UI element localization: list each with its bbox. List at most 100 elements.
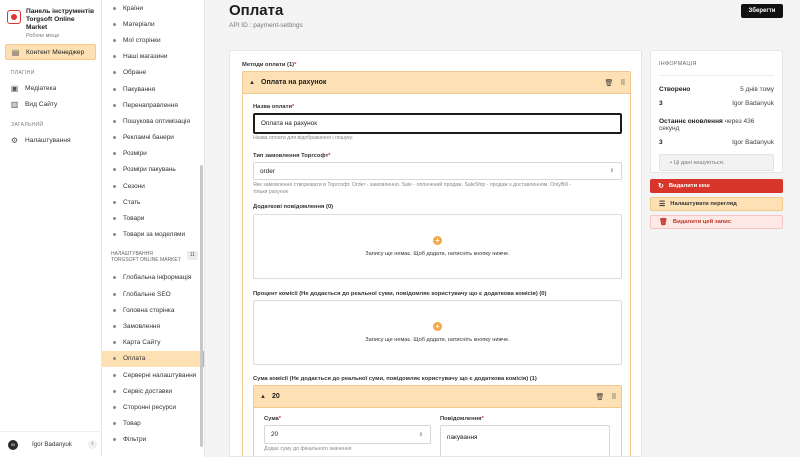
subnav-item-label: Сторонні ресурси [123, 403, 177, 411]
api-id: API ID : payment-settings [229, 22, 303, 29]
subnav-item[interactable]: Матеріали [102, 16, 204, 32]
order-type-label-text: Тип замовлення Торгсофт [253, 153, 329, 159]
subnav-item[interactable]: Наші магазини [102, 49, 204, 65]
subnav-group-item[interactable]: Карта Сайту [102, 335, 204, 351]
configure-view-button[interactable]: ☰ Налаштувати перегляд [650, 197, 783, 211]
bullet-icon [113, 217, 116, 221]
bullet-icon [113, 292, 116, 296]
order-type-label: Тип замовлення Торгсофт* [253, 153, 331, 159]
order-type-select[interactable]: order ⇕ [253, 162, 622, 180]
commission-sum-label: Сума комісії (Не додається до реальної с… [253, 376, 537, 382]
accordion-tools: 🗑 ⠿ [602, 79, 630, 87]
subnav-list: Країни Матеріали Мої сторінки Наші магазини… [102, 0, 204, 243]
user-profile[interactable]: IB Igor Badanyuk ‹ [0, 431, 102, 457]
bullet-icon [113, 6, 116, 10]
commission-sum-accordion: ▲ 20 🗑 ⠿ Сума* 20 ⇕ Додає суму до фіналь… [253, 385, 622, 456]
avatar: IB [8, 439, 18, 450]
updated-label-wrap: Останнє оновлення через 436 секунд [659, 118, 774, 132]
created-row: Створено 5 днів тому [659, 86, 774, 93]
required-mark: * [481, 416, 484, 422]
delete-entry-label: Видалити цей запис [672, 219, 732, 225]
bullet-icon [113, 103, 116, 107]
add-commission-percent-button[interactable]: + [433, 322, 442, 331]
trash-icon[interactable]: 🗑 [602, 79, 616, 87]
subnav-item[interactable]: Сезони [102, 178, 204, 194]
subnav-group-item[interactable]: Товар [102, 416, 204, 432]
nav-section-plugins: ПЛАГІНИ [11, 70, 35, 76]
subnav-item[interactable]: Країни [102, 0, 204, 16]
add-extra-message-button[interactable]: + [433, 236, 442, 245]
subnav-item[interactable]: Мої сторінки [102, 32, 204, 48]
updated-by-initial: 3 [659, 139, 663, 146]
commission-percent-empty: + Запису ще немає. Щоб додати, натисніть… [253, 300, 622, 365]
subnav-group-item[interactable]: Головна сторінка [102, 302, 204, 318]
bullet-icon [113, 55, 116, 59]
info-panel: ІНФОРМАЦІЯ Створено 5 днів тому 3 Igor B… [650, 50, 783, 173]
subnav-group-header: НАЛАШТУВАННЯ TORGSOFT ONLINE MARKET 11 [102, 243, 204, 270]
name-label: Назва оплати* [253, 104, 294, 110]
subnav-group-item[interactable]: Сервіс доставки [102, 383, 204, 399]
subnav-item[interactable]: Стать [102, 194, 204, 210]
subnav-item[interactable]: Пакування [102, 81, 204, 97]
subnav-item[interactable]: Пошукова оптимізація [102, 113, 204, 129]
subnav-group-item[interactable]: Сторонні ресурси [102, 399, 204, 415]
name-input[interactable]: Оплата на рахунок [253, 113, 622, 134]
subnav-group-item[interactable]: Серверні налаштування [102, 367, 204, 383]
subnav-item[interactable]: Розміри пакувань [102, 162, 204, 178]
sum-number-input[interactable]: 20 ⇕ [264, 425, 431, 444]
stepper-arrows-icon[interactable]: ⇕ [419, 432, 423, 438]
subnav-group-item[interactable]: Глобальна інформація [102, 270, 204, 286]
subnav-item[interactable]: Товари [102, 210, 204, 226]
subnav-item[interactable]: Розміри [102, 146, 204, 162]
layout-icon: ▥ [10, 99, 19, 109]
brand-title-line1: Панель інструментів [26, 8, 95, 15]
drag-handle-icon[interactable]: ⠿ [616, 79, 630, 87]
bullet-icon [113, 152, 116, 156]
chevron-up-icon[interactable]: ▲ [249, 80, 259, 86]
subnav-item-label: Пакування [123, 85, 156, 93]
order-type-help: Яке замовлення створювати в Торгсофт. Or… [253, 182, 623, 195]
payment-method-header[interactable]: ▲ Оплата на рахунок 🗑 ⠿ [243, 72, 630, 94]
commission-sum-header[interactable]: ▲ 20 🗑 ⠿ [254, 386, 621, 408]
created-by-initial: 3 [659, 100, 663, 107]
subnav-item-label: Рекламні банери [123, 134, 174, 142]
sum-label-text: Сума [264, 416, 279, 422]
subnav-item-label: Карта Сайту [123, 339, 161, 347]
subnav-item[interactable]: Рекламні банери [102, 130, 204, 146]
brand[interactable]: Панель інструментів Torgsoft Online Mark… [0, 0, 101, 39]
message-textarea[interactable]: пакування [440, 425, 610, 456]
delete-entry-button[interactable]: 🗑 Видалити цей запис [650, 215, 783, 229]
subnav-item[interactable]: Товари за моделями [102, 227, 204, 243]
nav-item-media[interactable]: ▣ Медіатека [5, 80, 96, 96]
subnav-group-item[interactable]: Глобальне SEO [102, 286, 204, 302]
save-button[interactable]: Зберегти [741, 4, 783, 18]
subnav-group-item[interactable]: Замовлення [102, 318, 204, 334]
payment-methods-label: Методи оплати (1)* [242, 62, 296, 68]
subnav-scrollbar[interactable] [200, 165, 203, 447]
select-arrows-icon: ⇕ [609, 168, 614, 174]
nav-item-settings[interactable]: ⚙ Налаштування [5, 132, 96, 148]
updated-label: Останнє оновлення [659, 118, 723, 125]
required-mark: * [278, 416, 282, 422]
configure-view-label: Налаштувати перегляд [670, 201, 737, 207]
subnav-item-label: Товар [123, 420, 141, 428]
nav-item-content-manager[interactable]: ▤ Контент Менеджер [5, 44, 96, 60]
created-by-row: 3 Igor Badanyuk [659, 100, 774, 107]
subnav-group-item[interactable]: Фільтри [102, 432, 204, 448]
collapse-sidebar-button[interactable]: ‹ [87, 440, 97, 449]
subnav-group-item[interactable]: Оплата [102, 350, 204, 367]
subnav-item[interactable]: Перенаправлення [102, 97, 204, 113]
user-name: Igor Badanyuk [32, 441, 72, 448]
drag-handle-icon[interactable]: ⠿ [607, 393, 621, 401]
chevron-up-icon[interactable]: ▲ [260, 394, 270, 400]
nav-item-site-view[interactable]: ▥ Вид Сайту [5, 96, 96, 112]
delete-cache-button[interactable]: ↻ Видалити кеш [650, 179, 783, 193]
payment-method-title: Оплата на рахунок [261, 79, 327, 86]
empty-state-text: Запису ще немає. Щоб додати, натисніть к… [365, 251, 510, 257]
subnav-item[interactable]: Обране [102, 65, 204, 81]
subnav-item-label: Сезони [123, 182, 145, 190]
subnav-item-label: Перенаправлення [123, 101, 178, 109]
trash-icon[interactable]: 🗑 [593, 393, 607, 401]
name-label-text: Назва оплати [253, 104, 293, 110]
bullet-icon [113, 324, 116, 328]
